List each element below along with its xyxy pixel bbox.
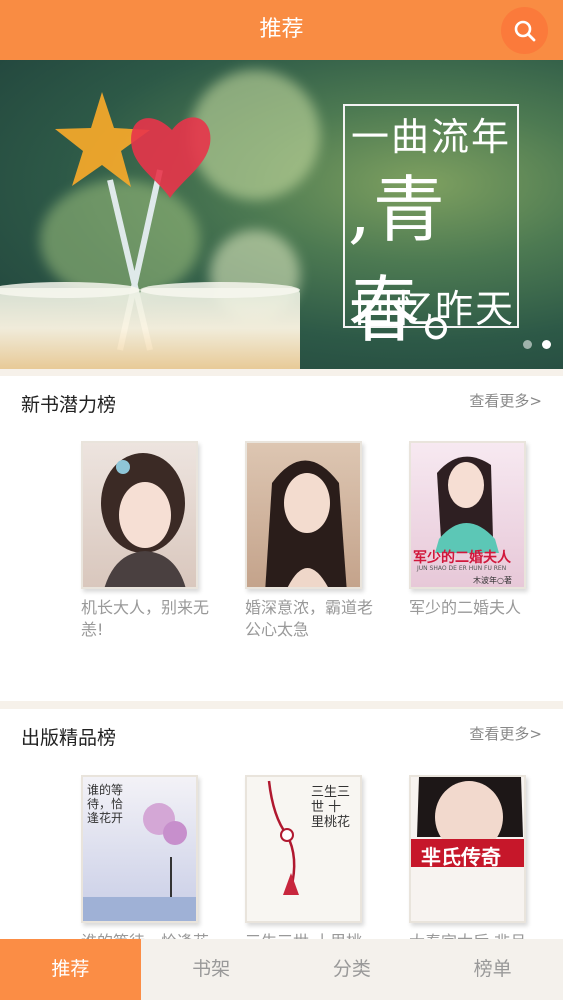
page-title: 推荐 bbox=[259, 17, 304, 42]
banner-pagination bbox=[523, 340, 551, 349]
book-title[interactable]: 军少的二婚夫人 bbox=[409, 597, 539, 619]
book-item[interactable]: 芈氏传奇 大秦宫太后·芈月 bbox=[409, 775, 526, 953]
tab-recommend[interactable]: 推荐 bbox=[0, 939, 141, 1000]
book-cover-title: 芈氏传奇 bbox=[421, 845, 501, 869]
book-cover[interactable]: 军少的二婚夫人 JUN SHAO DE ER HUN FU REN 木波年○著 bbox=[409, 441, 526, 589]
book-cover-title: 三生三世 十里桃花 bbox=[311, 785, 351, 830]
tab-rankings[interactable]: 榜单 bbox=[422, 939, 563, 1000]
banner-text-line3: 回忆昨天 bbox=[355, 287, 516, 331]
book-cover[interactable]: 谁的等待，恰逢花开 bbox=[81, 775, 198, 923]
tab-category[interactable]: 分类 bbox=[282, 939, 423, 1000]
section-title: 新书潜力榜 bbox=[21, 394, 117, 416]
section-published-quality: 出版精品榜 查看更多> 谁的等待，恰逢花开 谁的等待，恰逢花开 三生三世 十里桃… bbox=[0, 709, 563, 973]
search-icon bbox=[514, 20, 535, 41]
book-item[interactable]: 婚深意浓，霸道老公心太急 bbox=[245, 441, 373, 641]
search-button[interactable] bbox=[501, 7, 548, 54]
book-cover-title: 谁的等待，恰逢花开 bbox=[87, 783, 124, 825]
section-new-book-potential: 新书潜力榜 查看更多> 机长大人，别来无恙! 婚深意浓，霸道老公心太急 军少的二… bbox=[0, 376, 563, 701]
promo-banner[interactable]: 一曲流年 ,青春。 回忆昨天 bbox=[0, 60, 563, 369]
book-item[interactable]: 军少的二婚夫人 JUN SHAO DE ER HUN FU REN 木波年○著 … bbox=[409, 441, 526, 619]
section-title: 出版精品榜 bbox=[21, 727, 117, 749]
book-cover-title: 军少的二婚夫人 bbox=[413, 550, 511, 566]
banner-text-line1: 一曲流年 bbox=[351, 115, 512, 159]
banner-illustration bbox=[0, 92, 300, 369]
book-item[interactable]: 机长大人，别来无恙! bbox=[81, 441, 209, 641]
book-cover-illustration bbox=[265, 460, 347, 587]
book-cover-illustration bbox=[101, 453, 186, 587]
see-more-link[interactable]: 查看更多> bbox=[469, 390, 542, 411]
tab-bookshelf[interactable]: 书架 bbox=[141, 939, 282, 1000]
top-header: 推荐 bbox=[0, 0, 563, 60]
banner-dot-active[interactable] bbox=[542, 340, 551, 349]
book-cover[interactable]: 芈氏传奇 bbox=[409, 775, 526, 923]
book-cover[interactable]: 三生三世 十里桃花 bbox=[245, 775, 362, 923]
book-title[interactable]: 婚深意浓，霸道老公心太急 bbox=[245, 597, 375, 641]
book-title[interactable]: 机长大人，别来无恙! bbox=[81, 597, 211, 641]
book-cover[interactable] bbox=[81, 441, 198, 589]
book-cover-author: 木波年○著 bbox=[473, 576, 512, 585]
bottom-tab-bar: 推荐 书架 分类 榜单 bbox=[0, 939, 563, 1000]
see-more-link[interactable]: 查看更多> bbox=[469, 723, 542, 744]
banner-dot[interactable] bbox=[523, 340, 532, 349]
book-cover-subtitle: JUN SHAO DE ER HUN FU REN bbox=[417, 565, 507, 572]
book-cover[interactable] bbox=[245, 441, 362, 589]
